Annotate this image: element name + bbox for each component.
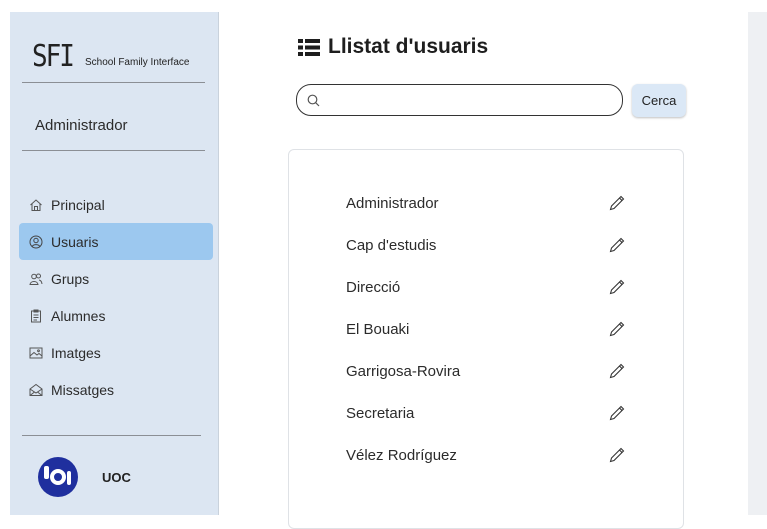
clipboard-icon (29, 309, 43, 323)
user-list-item: El Bouaki (346, 314, 636, 344)
sidebar-item-label: Grups (51, 270, 90, 287)
sidebar-item-label: Missatges (51, 381, 115, 398)
divider (22, 435, 201, 436)
sidebar-item-label: Usuaris (51, 233, 99, 250)
page-title: Llistat d'usuaris (298, 35, 488, 59)
user-list-item: Administrador (346, 188, 636, 218)
brand-name: School Family Interface (84, 57, 190, 68)
divider (22, 82, 205, 83)
divider (22, 150, 205, 151)
sidebar-item-usuaris[interactable]: Usuaris (19, 223, 213, 260)
sidebar-item-imatges[interactable]: Imatges (19, 334, 213, 371)
user-list-item: Cap d'estudis (346, 230, 636, 260)
sidebar-item-label: Imatges (51, 344, 101, 361)
search-button[interactable]: Cerca (632, 84, 686, 117)
search-box (296, 84, 623, 116)
user-name: Administrador (346, 194, 439, 212)
sidebar-item-alumnes[interactable]: Alumnes (19, 297, 213, 334)
sidebar-item-grups[interactable]: Grups (19, 260, 213, 297)
org-block: UOC (36, 455, 131, 499)
user-name: El Bouaki (346, 320, 410, 338)
page-title-text: Llistat d'usuaris (328, 35, 489, 58)
user-list-item: Direcció (346, 272, 636, 302)
user-name: Secretaria (346, 404, 415, 422)
home-icon (29, 198, 43, 212)
sidebar-nav: Principal Usuaris Grups Alumnes Imatges (19, 186, 213, 408)
pencil-edit-icon[interactable] (608, 278, 626, 296)
pencil-edit-icon[interactable] (608, 236, 626, 254)
pencil-edit-icon[interactable] (608, 404, 626, 422)
envelope-icon (29, 383, 43, 397)
user-name: Garrigosa-Rovira (346, 362, 461, 380)
user-list-card: Administrador Cap d'estudis Direcció El Bou… (288, 149, 684, 529)
user-name: Cap d'estudis (346, 236, 437, 254)
group-icon (29, 272, 43, 286)
pencil-edit-icon[interactable] (608, 446, 626, 464)
user-name: Direcció (346, 278, 401, 296)
pencil-edit-icon[interactable] (608, 194, 626, 212)
user-list-item: Vélez Rodríguez (346, 440, 636, 470)
pencil-edit-icon[interactable] (608, 320, 626, 338)
search-icon (307, 94, 320, 106)
search-input[interactable] (326, 91, 610, 109)
pencil-edit-icon[interactable] (608, 362, 626, 380)
user-circle-icon (29, 235, 43, 249)
right-panel-edge (748, 12, 767, 515)
list-icon (298, 38, 320, 56)
uoc-logo-icon (36, 455, 80, 499)
user-name: Vélez Rodríguez (346, 446, 457, 464)
org-name: UOC (102, 469, 131, 485)
sidebar-item-label: Principal (51, 196, 105, 213)
sidebar-item-missatges[interactable]: Missatges (19, 371, 213, 408)
sidebar-item-label: Alumnes (51, 307, 106, 324)
image-icon (29, 346, 43, 360)
user-list-item: Garrigosa-Rovira (346, 356, 636, 386)
user-list-item: Secretaria (346, 398, 636, 428)
role-label: Administrador (35, 117, 128, 134)
brand: SFI School Family Interface (32, 39, 190, 75)
brand-logo: SFI (32, 39, 75, 75)
sidebar-item-principal[interactable]: Principal (19, 186, 213, 223)
sidebar: SFI School Family Interface Administrado… (10, 12, 219, 515)
